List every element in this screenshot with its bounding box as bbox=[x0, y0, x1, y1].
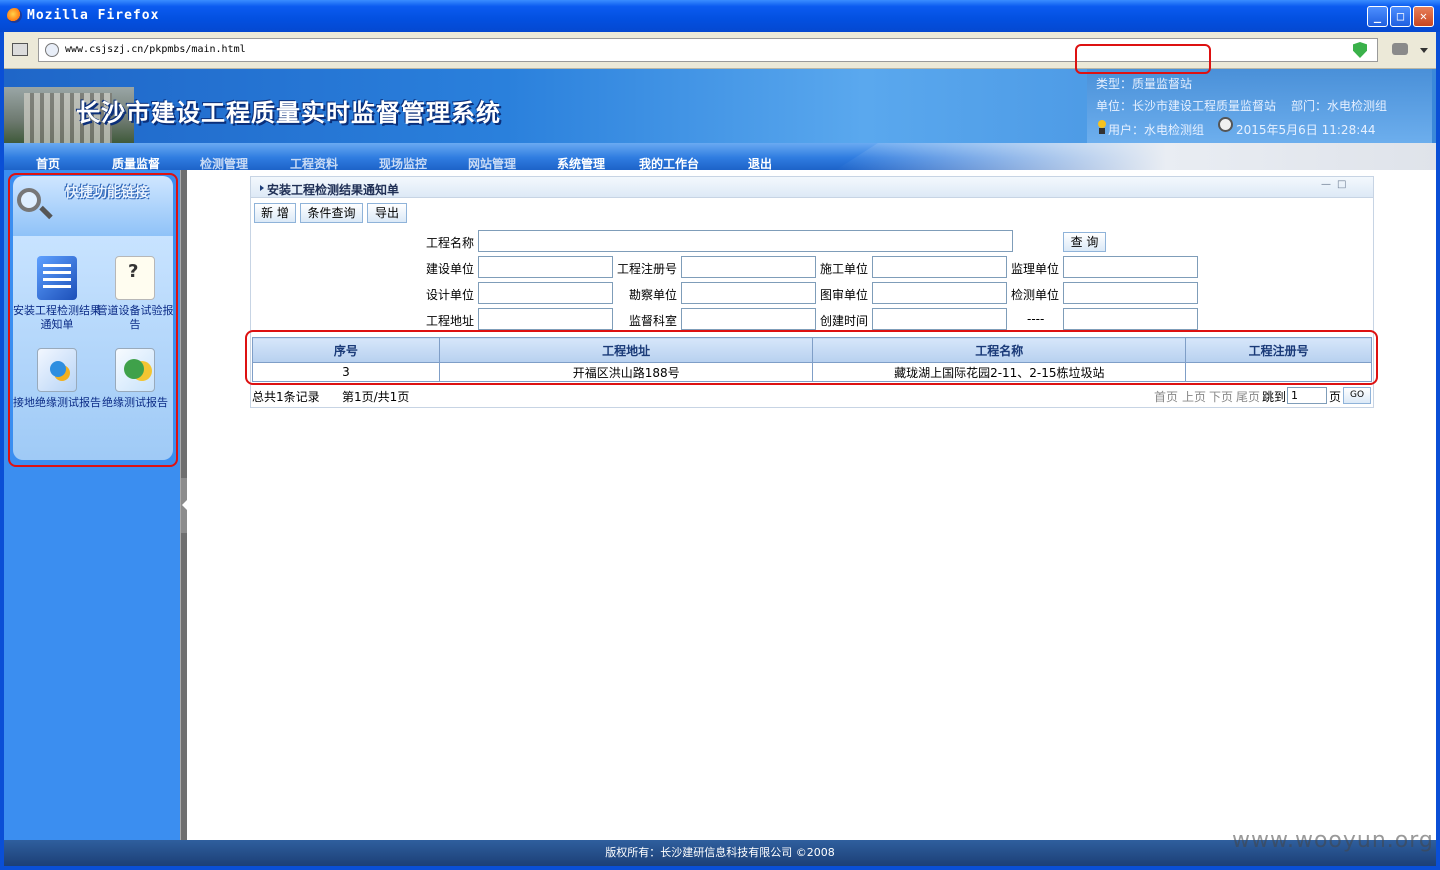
dept-line: 部门：水电检测组 bbox=[1291, 99, 1388, 113]
label-test-unit: 检测单位 bbox=[1011, 288, 1060, 302]
condition-query-button[interactable]: 条件查询 bbox=[300, 203, 363, 223]
sidebar-splitter[interactable] bbox=[180, 170, 188, 840]
watermark: www.wooyun.org bbox=[1232, 828, 1434, 853]
shield-icon[interactable] bbox=[1353, 42, 1367, 58]
user-line: 用户：水电检测组 bbox=[1108, 123, 1205, 137]
label-reg-no: 工程注册号 bbox=[617, 262, 678, 276]
jump-label: 跳到 bbox=[1262, 390, 1287, 404]
prev-page-link[interactable]: 上页 bbox=[1182, 388, 1206, 405]
clock-icon bbox=[1218, 117, 1233, 132]
page-unit-label: 页 bbox=[1329, 390, 1342, 404]
test-unit-input[interactable] bbox=[1063, 282, 1198, 304]
user-highlight bbox=[1075, 44, 1211, 74]
firefox-icon bbox=[7, 8, 22, 23]
next-page-link[interactable]: 下页 bbox=[1209, 388, 1233, 405]
maximize-button[interactable]: □ bbox=[1390, 6, 1411, 27]
search-button[interactable]: 查 询 bbox=[1063, 232, 1106, 252]
label-build-unit: 建设单位 bbox=[426, 262, 475, 276]
go-button[interactable]: GO bbox=[1343, 387, 1371, 404]
label-construct-unit: 施工单位 bbox=[820, 262, 869, 276]
first-page-link[interactable]: 首页 bbox=[1154, 388, 1178, 405]
label-project-name: 工程名称 bbox=[426, 236, 475, 250]
survey-unit-input[interactable] bbox=[681, 282, 816, 304]
design-unit-input[interactable] bbox=[478, 282, 613, 304]
label-supervise-unit: 监理单位 bbox=[1011, 262, 1060, 276]
build-unit-input[interactable] bbox=[478, 256, 613, 278]
main-nav: 首页 质量监督 检测管理 工程资料 现场监控 网站管理 系统管理 我的工作台 退… bbox=[4, 143, 1436, 171]
globe-icon bbox=[45, 43, 59, 57]
label-design-unit: 设计单位 bbox=[426, 288, 475, 302]
datetime: 2015年5月6日 11:28:44 bbox=[1236, 123, 1376, 137]
last-page-link[interactable]: 尾页 bbox=[1236, 388, 1260, 405]
minimize-button[interactable]: _ bbox=[1367, 6, 1388, 27]
url-text: www.csjszj.cn/pkpmbs/main.html bbox=[65, 44, 246, 55]
supervise-unit-input[interactable] bbox=[1063, 256, 1198, 278]
create-time-start-input[interactable] bbox=[872, 308, 1007, 330]
create-time-end-input[interactable] bbox=[1063, 308, 1198, 330]
system-name: 长沙市建设工程质量实时监督管理系统 bbox=[76, 98, 501, 127]
label-drawing-review-unit: 图审单位 bbox=[820, 288, 869, 302]
label-address: 工程地址 bbox=[426, 314, 475, 328]
table-highlight bbox=[245, 330, 1378, 385]
export-button[interactable]: 导出 bbox=[367, 203, 407, 223]
extension-icon[interactable] bbox=[1392, 43, 1408, 55]
panel-maximize-button[interactable]: □ bbox=[1337, 179, 1346, 190]
window-titlebar: Mozilla Firefox _ □ ✕ bbox=[0, 0, 1440, 32]
date-range-separator: ---- bbox=[1027, 312, 1045, 326]
page-number-input[interactable]: 1 bbox=[1287, 387, 1327, 404]
label-create-time: 创建时间 bbox=[820, 314, 869, 328]
chevron-down-icon[interactable] bbox=[1420, 48, 1428, 53]
unit-line: 单位：长沙市建设工程质量监督站 bbox=[1096, 99, 1277, 113]
project-name-input[interactable] bbox=[478, 230, 1013, 252]
drawing-review-unit-input[interactable] bbox=[872, 282, 1007, 304]
type-line: 类型：质量监督站 bbox=[1096, 77, 1193, 91]
label-survey-unit: 勘察单位 bbox=[629, 288, 678, 302]
footer: 版权所有：长沙建研信息科技有限公司 ©2008 bbox=[4, 840, 1436, 866]
address-toolbar: www.csjszj.cn/pkpmbs/main.html bbox=[4, 32, 1436, 69]
panel-title: 安装工程检测结果通知单 bbox=[267, 183, 400, 197]
supervise-section-input[interactable] bbox=[681, 308, 816, 330]
construct-unit-input[interactable] bbox=[872, 256, 1007, 278]
label-supervise-section: 监督科室 bbox=[629, 314, 678, 328]
window-title: Mozilla Firefox bbox=[27, 8, 160, 23]
close-button[interactable]: ✕ bbox=[1413, 6, 1434, 27]
quick-links-highlight bbox=[8, 173, 178, 467]
reg-no-input[interactable] bbox=[681, 256, 816, 278]
address-input[interactable] bbox=[478, 308, 613, 330]
user-icon bbox=[1097, 120, 1107, 134]
page-info: 第1页/共1页 bbox=[342, 390, 410, 404]
panel-header: 安装工程检测结果通知单 — □ bbox=[251, 177, 1373, 198]
triangle-right-icon bbox=[260, 185, 264, 191]
total-records: 总共1条记录 bbox=[252, 390, 320, 404]
add-button[interactable]: 新 增 bbox=[254, 203, 296, 223]
panel-minimize-button[interactable]: — bbox=[1321, 179, 1331, 190]
header-banner: 长沙市建设工程质量实时监督管理系统 类型：质量监督站 单位：长沙市建设工程质量监… bbox=[4, 69, 1436, 143]
pagination-bar: 总共1条记录 第1页/共1页 首页 上页 下页 尾页 跳到 1 页 GO bbox=[252, 386, 1372, 406]
nav-fade bbox=[836, 143, 1436, 170]
page-icon bbox=[12, 43, 28, 56]
